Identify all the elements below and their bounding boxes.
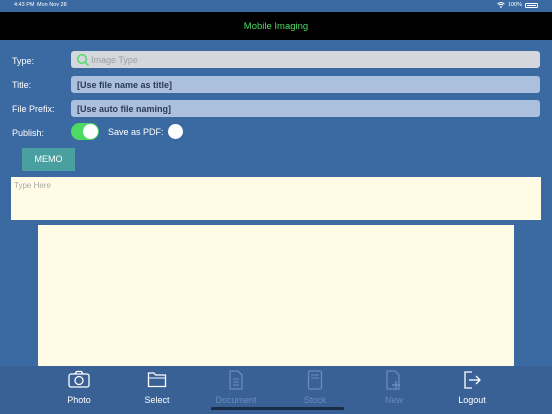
file-prefix-value: [Use auto file naming] (77, 104, 172, 114)
battery-icon (525, 2, 538, 8)
tab-new-label: New (384, 395, 403, 405)
title-field[interactable]: [Use file name as title] (71, 76, 540, 93)
tab-select-label: Select (144, 395, 170, 405)
new-document-icon (386, 370, 400, 390)
folder-icon (147, 372, 167, 388)
tab-logout[interactable]: Logout (442, 366, 502, 414)
status-date: Mon Nov 28 (37, 2, 67, 8)
publish-toggle-knob (83, 124, 98, 139)
memo-placeholder: Type Here (14, 181, 51, 190)
search-icon (76, 53, 89, 66)
tab-select[interactable]: Select (127, 366, 187, 414)
tab-photo[interactable]: Photo (49, 366, 109, 414)
tab-document-label: Document (215, 395, 257, 405)
tab-stock-label: Stock (303, 395, 327, 405)
status-indicators: 100% (497, 2, 538, 8)
publish-label: Publish: (12, 128, 45, 138)
image-type-placeholder: Image Type (91, 55, 138, 65)
navigation-bar: Mobile Imaging (0, 12, 552, 40)
publish-toggle[interactable] (71, 123, 99, 140)
status-bar: 4:43 PM Mon Nov 28 100% (0, 0, 552, 12)
image-type-search-field[interactable]: Image Type (71, 51, 540, 68)
tab-new[interactable]: New (364, 366, 424, 414)
battery-percent: 100% (507, 2, 522, 8)
save-as-pdf-toggle[interactable] (168, 124, 183, 139)
tab-photo-label: Photo (67, 395, 91, 405)
type-label: Type: (12, 56, 35, 66)
tab-logout-label: Logout (458, 395, 486, 405)
logout-icon (464, 371, 481, 389)
camera-icon (68, 370, 90, 388)
image-preview-area (38, 225, 514, 367)
memo-text-area[interactable]: Type Here (11, 177, 541, 220)
wifi-icon (497, 2, 505, 8)
page-title: Mobile Imaging (243, 21, 309, 32)
stock-icon (307, 370, 323, 390)
document-icon (229, 370, 243, 390)
file-prefix-label: File Prefix: (12, 104, 55, 114)
status-time: 4:43 PM (14, 2, 35, 8)
home-indicator[interactable] (211, 407, 344, 410)
memo-button[interactable]: MEMO (22, 148, 75, 171)
title-field-value: [Use file name as title] (77, 80, 173, 90)
save-as-pdf-label: Save as PDF: (108, 127, 164, 137)
title-label: Title: (12, 80, 32, 90)
file-prefix-field[interactable]: [Use auto file naming] (71, 100, 540, 117)
